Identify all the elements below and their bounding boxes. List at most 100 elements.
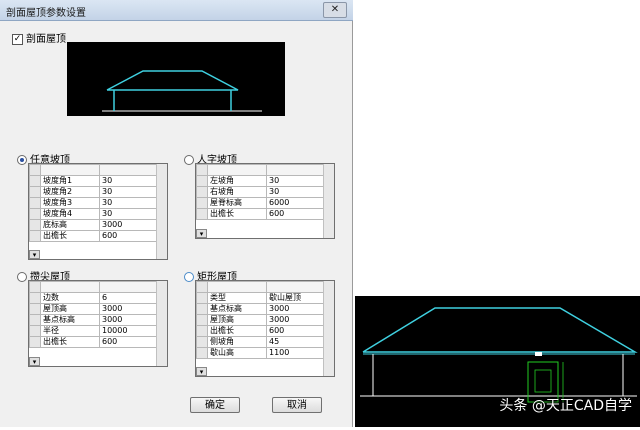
ridge-marker [535, 352, 542, 356]
cancel-button[interactable]: 取消 [272, 397, 322, 413]
table-row[interactable]: 类型 歇山屋顶 [196, 292, 326, 304]
radio-unselected-icon [17, 272, 27, 282]
param-name: 坡度角3 [40, 197, 100, 209]
param-name: 歇山高 [207, 347, 267, 359]
grid-scrollbar[interactable] [156, 164, 167, 259]
table-row[interactable]: 侧坡角 45 [196, 336, 326, 348]
gable-grid[interactable]: 左坡角 30 右坡角 30 屋脊标高 6000 出檐长 600 ▾ [195, 163, 335, 239]
param-value[interactable]: 30 [266, 175, 326, 187]
param-name: 出檐长 [207, 325, 267, 337]
param-value[interactable]: 歇山屋顶 [266, 292, 326, 304]
param-value[interactable]: 6000 [266, 197, 326, 209]
table-row[interactable]: 边数 6 [29, 292, 159, 304]
grid-header-row [29, 281, 159, 293]
section-roof-checkbox[interactable]: ✓ 剖面屋顶 [12, 30, 66, 45]
param-value[interactable]: 45 [266, 336, 326, 348]
table-row[interactable]: 屋顶高 3000 [196, 314, 326, 326]
param-name: 侧坡角 [207, 336, 267, 348]
grid-header-row [196, 281, 326, 293]
close-button[interactable]: ✕ [323, 2, 347, 18]
param-name: 坡度角4 [40, 208, 100, 220]
checkbox-check-icon: ✓ [12, 33, 23, 45]
arbitrary-slope-grid[interactable]: 坡度角1 30 坡度角2 30 坡度角3 30 坡度角4 30 底标高 3000 出檐长 6… [28, 163, 168, 260]
table-row[interactable]: 基点标高 3000 [196, 303, 326, 315]
table-row[interactable]: 底标高 3000 [29, 219, 159, 231]
param-value[interactable]: 30 [99, 186, 159, 198]
param-value[interactable]: 6 [99, 292, 159, 304]
watermark-text: 头条 @天正CAD自学 [499, 398, 632, 414]
grid-scrollbar[interactable] [323, 281, 334, 376]
roof-params-dialog: 剖面屋顶参数设置 ✕ ✓ 剖面屋顶 任意坡顶 坡度角1 30 坡度角2 30 坡度角3… [0, 0, 353, 427]
param-value[interactable]: 30 [99, 208, 159, 220]
param-value[interactable]: 3000 [99, 303, 159, 315]
door-panel [534, 369, 552, 393]
param-name: 屋顶高 [40, 303, 100, 315]
table-row[interactable]: 歇山高 1100 [196, 347, 326, 359]
param-name: 边数 [40, 292, 100, 304]
param-value[interactable]: 30 [266, 186, 326, 198]
param-name: 出檐长 [207, 208, 267, 220]
dropdown-arrow-icon[interactable]: ▾ [196, 367, 207, 376]
param-name: 右坡角 [207, 186, 267, 198]
radio-unselected-icon [184, 272, 194, 282]
param-name: 出檐长 [40, 230, 100, 242]
roof-outline [362, 307, 638, 353]
table-row[interactable]: 半径 10000 [29, 325, 159, 337]
grid-header-row [29, 164, 159, 176]
grid-scrollbar[interactable] [323, 164, 334, 238]
param-name: 屋顶高 [207, 314, 267, 326]
param-name: 坡度角1 [40, 175, 100, 187]
param-value[interactable]: 1100 [266, 347, 326, 359]
dropdown-arrow-icon[interactable]: ▾ [29, 250, 40, 259]
table-row[interactable]: 出檐长 600 [196, 208, 326, 220]
param-name: 基点标高 [40, 314, 100, 326]
grid-scrollbar[interactable] [156, 281, 167, 366]
table-row[interactable]: 屋脊标高 6000 [196, 197, 326, 209]
param-value[interactable]: 10000 [99, 325, 159, 337]
table-row[interactable]: 坡度角2 30 [29, 186, 159, 198]
param-value[interactable]: 3000 [99, 219, 159, 231]
param-name: 底标高 [40, 219, 100, 231]
param-value[interactable]: 600 [266, 325, 326, 337]
ok-button[interactable]: 确定 [190, 397, 240, 413]
radio-unselected-icon [184, 155, 194, 165]
param-name: 左坡角 [207, 175, 267, 187]
close-icon: ✕ [330, 4, 340, 15]
table-row[interactable]: 出檐长 600 [29, 336, 159, 348]
table-row[interactable]: 屋顶高 3000 [29, 303, 159, 315]
param-name: 坡度角2 [40, 186, 100, 198]
window-title: 剖面屋顶参数设置 [6, 8, 86, 19]
dropdown-arrow-icon[interactable]: ▾ [196, 229, 207, 238]
table-row[interactable]: 基点标高 3000 [29, 314, 159, 326]
rectangular-grid[interactable]: 类型 歇山屋顶 基点标高 3000 屋顶高 3000 出檐长 600 侧坡角 45 歇山高… [195, 280, 335, 377]
table-row[interactable]: 左坡角 30 [196, 175, 326, 187]
param-value[interactable]: 3000 [266, 314, 326, 326]
roof-preview-drawing [102, 70, 262, 112]
roof-preview [67, 42, 285, 116]
param-name: 类型 [207, 292, 267, 304]
param-value[interactable]: 30 [99, 175, 159, 187]
param-name: 出檐长 [40, 336, 100, 348]
param-value[interactable]: 3000 [99, 314, 159, 326]
param-value[interactable]: 600 [99, 336, 159, 348]
grid-header-row [196, 164, 326, 176]
pyramid-grid[interactable]: 边数 6 屋顶高 3000 基点标高 3000 半径 10000 出檐长 600 ▾ [28, 280, 168, 367]
table-row[interactable]: 出檐长 600 [29, 230, 159, 242]
title-bar: 剖面屋顶参数设置 ✕ [0, 0, 353, 21]
roof-outline [106, 70, 239, 91]
table-row[interactable]: 坡度角3 30 [29, 197, 159, 209]
dropdown-arrow-icon[interactable]: ▾ [29, 357, 40, 366]
table-row[interactable]: 出檐长 600 [196, 325, 326, 337]
param-name: 屋脊标高 [207, 197, 267, 209]
table-row[interactable]: 坡度角1 30 [29, 175, 159, 187]
param-value[interactable]: 30 [99, 197, 159, 209]
cad-drawing-view[interactable]: 头条 @天正CAD自学 [355, 296, 640, 427]
section-roof-label: 剖面屋顶 [26, 34, 66, 45]
param-value[interactable]: 600 [266, 208, 326, 220]
param-value[interactable]: 3000 [266, 303, 326, 315]
param-name: 半径 [40, 325, 100, 337]
table-row[interactable]: 坡度角4 30 [29, 208, 159, 220]
param-name: 基点标高 [207, 303, 267, 315]
table-row[interactable]: 右坡角 30 [196, 186, 326, 198]
param-value[interactable]: 600 [99, 230, 159, 242]
